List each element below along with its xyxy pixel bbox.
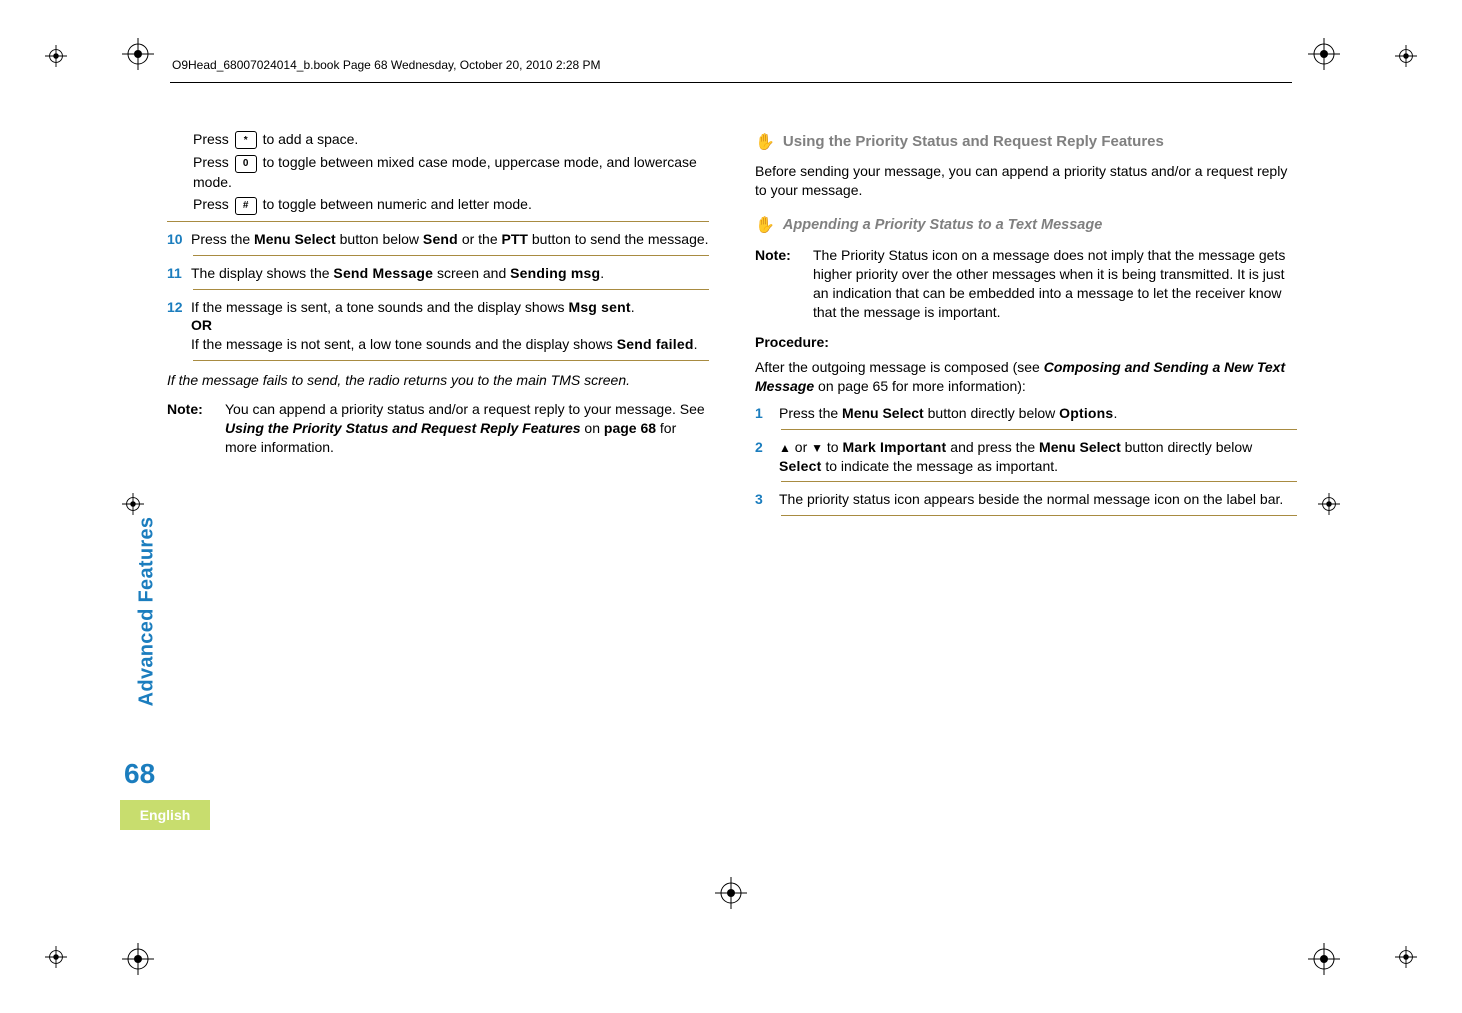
step-10: 10 Press the Menu Select button below Se… [167, 230, 709, 249]
crop-mark-icon [122, 38, 154, 70]
divider [781, 515, 1297, 516]
divider [167, 221, 709, 222]
frame-header-text: O9Head_68007024014_b.book Page 68 Wednes… [172, 58, 601, 72]
arrow-up-icon: ▲ [779, 441, 791, 455]
heading-text: Appending a Priority Status to a Text Me… [783, 216, 1102, 235]
arrow-down-icon: ▼ [811, 441, 823, 455]
step-text: The priority status icon appears beside … [779, 490, 1297, 509]
procedure-icon: ✋ [755, 216, 775, 237]
body-text: If the message fails to send, the radio … [167, 371, 709, 390]
content-columns: Press * to add a space. Press 0 to toggl… [167, 130, 1297, 522]
note-body: The Priority Status icon on a message do… [813, 246, 1297, 322]
page-number: 68 [124, 758, 155, 790]
body-text: Press # to toggle between numeric and le… [193, 195, 709, 214]
sidebar: Advanced Features [120, 450, 144, 710]
divider [193, 255, 709, 256]
register-mark-icon [1318, 493, 1340, 515]
note-label: Note: [167, 400, 225, 457]
frame-header-rule [170, 82, 1292, 84]
key-star-icon: * [235, 131, 257, 149]
key-zero-icon: 0 [235, 155, 257, 173]
crop-mark-icon [1308, 38, 1340, 70]
step-number: 11 [167, 264, 191, 281]
note-block: Note: The Priority Status icon on a mess… [755, 246, 1297, 322]
heading-text: Using the Priority Status and Request Re… [783, 132, 1164, 152]
body-text: After the outgoing message is composed (… [755, 358, 1297, 396]
step-1: 1 Press the Menu Select button directly … [755, 404, 1297, 423]
step-number: 1 [755, 404, 779, 421]
step-text: If the message is sent, a tone sounds an… [191, 298, 709, 355]
divider [781, 481, 1297, 482]
register-mark-icon [45, 946, 67, 968]
procedure-label: Procedure: [755, 334, 1297, 350]
body-text: Press 0 to toggle between mixed case mod… [193, 153, 709, 191]
right-column: ✋ Using the Priority Status and Request … [755, 130, 1297, 522]
divider [193, 289, 709, 290]
divider [781, 429, 1297, 430]
step-number: 12 [167, 298, 191, 315]
language-tab: English [120, 800, 210, 830]
heading-4: ✋ Appending a Priority Status to a Text … [755, 216, 1297, 237]
key-hash-icon: # [235, 197, 257, 215]
left-column: Press * to add a space. Press 0 to toggl… [167, 130, 709, 522]
step-text: The display shows the Send Message scree… [191, 264, 709, 283]
body-text: Before sending your message, you can app… [755, 162, 1297, 200]
step-text: ▲ or ▼ to Mark Important and press the M… [779, 438, 1297, 476]
register-mark-icon [1395, 946, 1417, 968]
step-number: 2 [755, 438, 779, 455]
step-12: 12 If the message is sent, a tone sounds… [167, 298, 709, 355]
step-number: 10 [167, 230, 191, 247]
heading-3: ✋ Using the Priority Status and Request … [755, 132, 1297, 154]
crop-mark-icon [715, 877, 747, 909]
step-text: Press the Menu Select button directly be… [779, 404, 1297, 423]
step-2: 2 ▲ or ▼ to Mark Important and press the… [755, 438, 1297, 476]
crop-mark-icon [122, 943, 154, 975]
body-text: Press * to add a space. [193, 130, 709, 149]
step-11: 11 The display shows the Send Message sc… [167, 264, 709, 283]
step-3: 3 The priority status icon appears besid… [755, 490, 1297, 509]
procedure-icon: ✋ [755, 133, 775, 154]
step-number: 3 [755, 490, 779, 507]
register-mark-icon [1395, 45, 1417, 67]
register-mark-icon [45, 45, 67, 67]
divider [193, 360, 709, 361]
note-label: Note: [755, 246, 813, 322]
document-page: O9Head_68007024014_b.book Page 68 Wednes… [0, 0, 1462, 1013]
note-body: You can append a priority status and/or … [225, 400, 709, 457]
section-title: Advanced Features [135, 517, 158, 707]
note-block: Note: You can append a priority status a… [167, 400, 709, 457]
crop-mark-icon [1308, 943, 1340, 975]
step-text: Press the Menu Select button below Send … [191, 230, 709, 249]
